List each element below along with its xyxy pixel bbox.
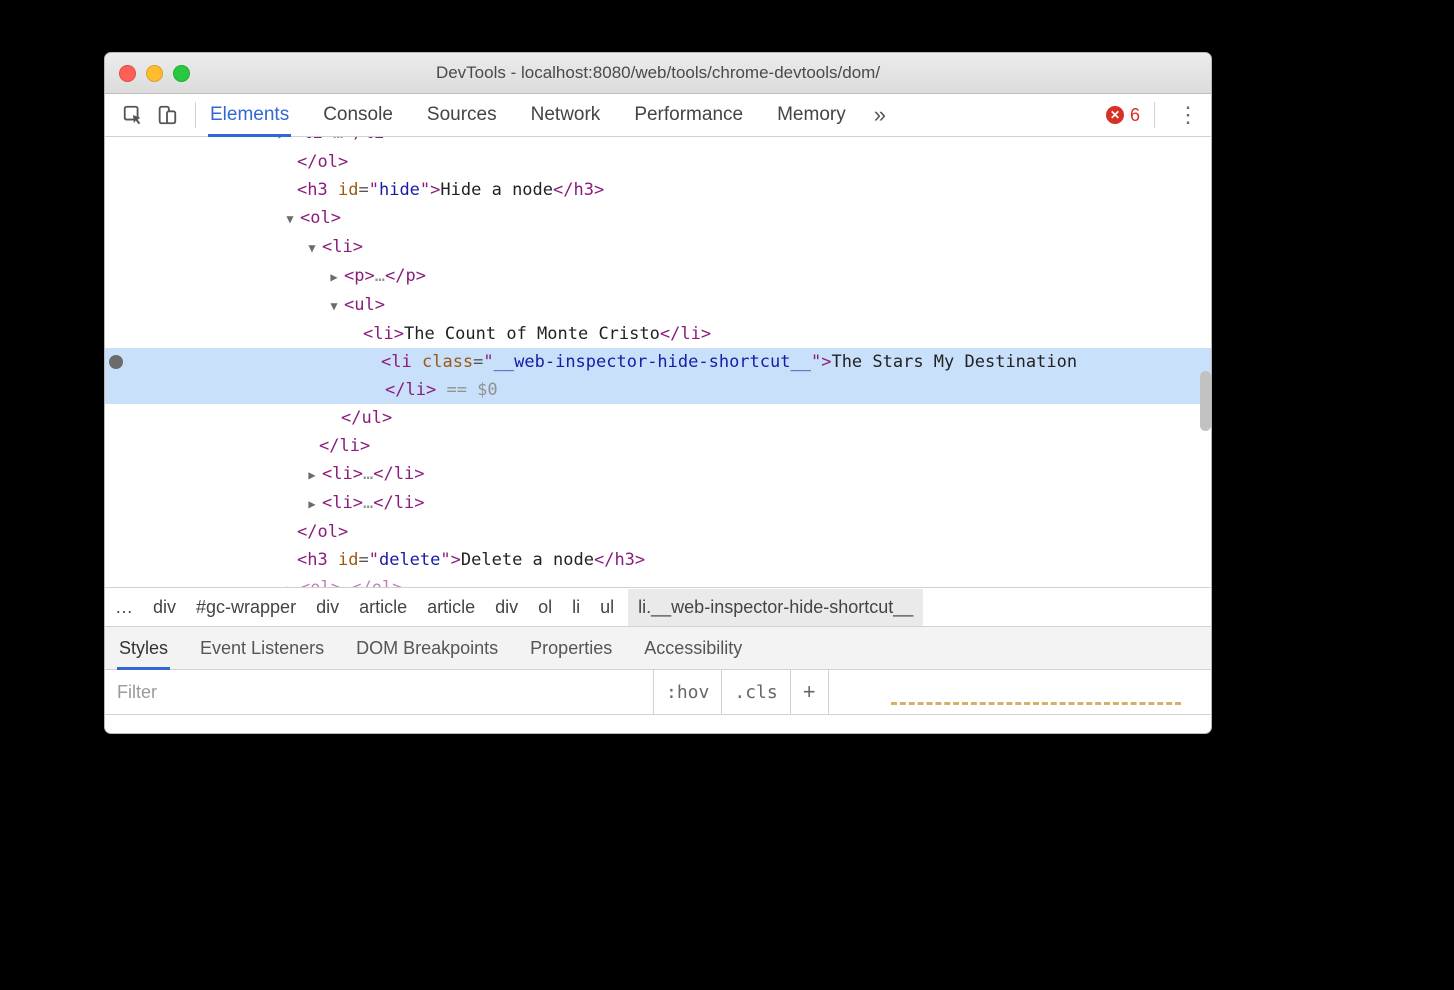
- crumb[interactable]: ol: [538, 597, 552, 618]
- overflow-tabs-icon[interactable]: »: [874, 102, 886, 128]
- subtab-accessibility[interactable]: Accessibility: [644, 627, 742, 669]
- inspect-element-icon[interactable]: [119, 101, 147, 129]
- dom-node[interactable]: </ol>: [105, 518, 1211, 546]
- dom-node-selected[interactable]: <li class="__web-inspector-hide-shortcut…: [105, 348, 1211, 376]
- styles-toolbar: :hov .cls +: [105, 670, 1211, 715]
- window-controls: [105, 65, 190, 82]
- toolbar-divider: [1154, 102, 1155, 128]
- margin-box-icon: [891, 702, 1181, 713]
- dom-node[interactable]: <ul>: [105, 291, 1211, 320]
- sidebar-tabs: Styles Event Listeners DOM Breakpoints P…: [105, 627, 1211, 670]
- crumb[interactable]: article: [427, 597, 475, 618]
- dom-node[interactable]: </ul>: [105, 404, 1211, 432]
- subtab-dom-breakpoints[interactable]: DOM Breakpoints: [356, 627, 498, 669]
- crumb[interactable]: div: [316, 597, 339, 618]
- dom-node[interactable]: <h3 id="delete">Delete a node</h3>: [105, 546, 1211, 574]
- error-icon: ✕: [1106, 106, 1124, 124]
- subtab-event-listeners[interactable]: Event Listeners: [200, 627, 324, 669]
- error-count: 6: [1130, 105, 1140, 126]
- scrollbar-thumb[interactable]: [1200, 371, 1211, 431]
- window-title: DevTools - localhost:8080/web/tools/chro…: [105, 63, 1211, 83]
- titlebar: DevTools - localhost:8080/web/tools/chro…: [105, 53, 1211, 94]
- crumb[interactable]: div: [495, 597, 518, 618]
- crumb[interactable]: …: [115, 597, 133, 618]
- zoom-window-icon[interactable]: [173, 65, 190, 82]
- crumb[interactable]: ul: [600, 597, 614, 618]
- crumb[interactable]: #gc-wrapper: [196, 597, 296, 618]
- tab-sources[interactable]: Sources: [427, 94, 497, 136]
- panel-tabs: Elements Console Sources Network Perform…: [210, 94, 846, 136]
- tab-elements[interactable]: Elements: [210, 94, 289, 136]
- dom-node[interactable]: <li>…</li>: [105, 137, 1211, 148]
- dom-node[interactable]: <p>…</p>: [105, 262, 1211, 291]
- toggle-classes-button[interactable]: .cls: [722, 670, 790, 714]
- dom-node[interactable]: <li>…</li>: [105, 460, 1211, 489]
- subtab-properties[interactable]: Properties: [530, 627, 612, 669]
- tab-memory[interactable]: Memory: [777, 94, 846, 136]
- devtools-window: DevTools - localhost:8080/web/tools/chro…: [104, 52, 1212, 734]
- toolbar-divider: [195, 102, 196, 128]
- crumb[interactable]: div: [153, 597, 176, 618]
- dom-node[interactable]: <li>: [105, 233, 1211, 262]
- dom-node[interactable]: <li>The Count of Monte Cristo</li>: [105, 320, 1211, 348]
- minimize-window-icon[interactable]: [146, 65, 163, 82]
- dom-node[interactable]: <ol>…</ol>: [105, 574, 1211, 587]
- tab-network[interactable]: Network: [531, 94, 601, 136]
- dom-node[interactable]: </li>: [105, 432, 1211, 460]
- hidden-node-marker-icon: [109, 355, 123, 369]
- crumb[interactable]: article: [359, 597, 407, 618]
- crumb[interactable]: li: [572, 597, 580, 618]
- dom-node-selected[interactable]: </li> == $0: [105, 376, 1211, 404]
- tab-performance[interactable]: Performance: [634, 94, 743, 136]
- main-toolbar: Elements Console Sources Network Perform…: [105, 94, 1211, 137]
- dom-breadcrumbs: … div #gc-wrapper div article article di…: [105, 587, 1211, 627]
- subtab-styles[interactable]: Styles: [119, 627, 168, 669]
- device-toolbar-icon[interactable]: [153, 101, 181, 129]
- dom-node[interactable]: </ol>: [105, 148, 1211, 176]
- dom-node[interactable]: <h3 id="hide">Hide a node</h3>: [105, 176, 1211, 204]
- styles-filter-input[interactable]: [105, 670, 654, 714]
- kebab-menu-icon[interactable]: ⋮: [1177, 102, 1199, 128]
- dom-tree[interactable]: <li>…</li> </ol> <h3 id="hide">Hide a no…: [105, 137, 1211, 587]
- box-model-preview: [829, 670, 1211, 714]
- crumb-current[interactable]: li.__web-inspector-hide-shortcut__: [628, 589, 923, 626]
- tab-console[interactable]: Console: [323, 94, 393, 136]
- new-style-rule-button[interactable]: +: [791, 670, 829, 714]
- toggle-hover-button[interactable]: :hov: [654, 670, 722, 714]
- error-badge[interactable]: ✕ 6: [1106, 105, 1140, 126]
- close-window-icon[interactable]: [119, 65, 136, 82]
- dom-node[interactable]: <li>…</li>: [105, 489, 1211, 518]
- dom-node[interactable]: <ol>: [105, 204, 1211, 233]
